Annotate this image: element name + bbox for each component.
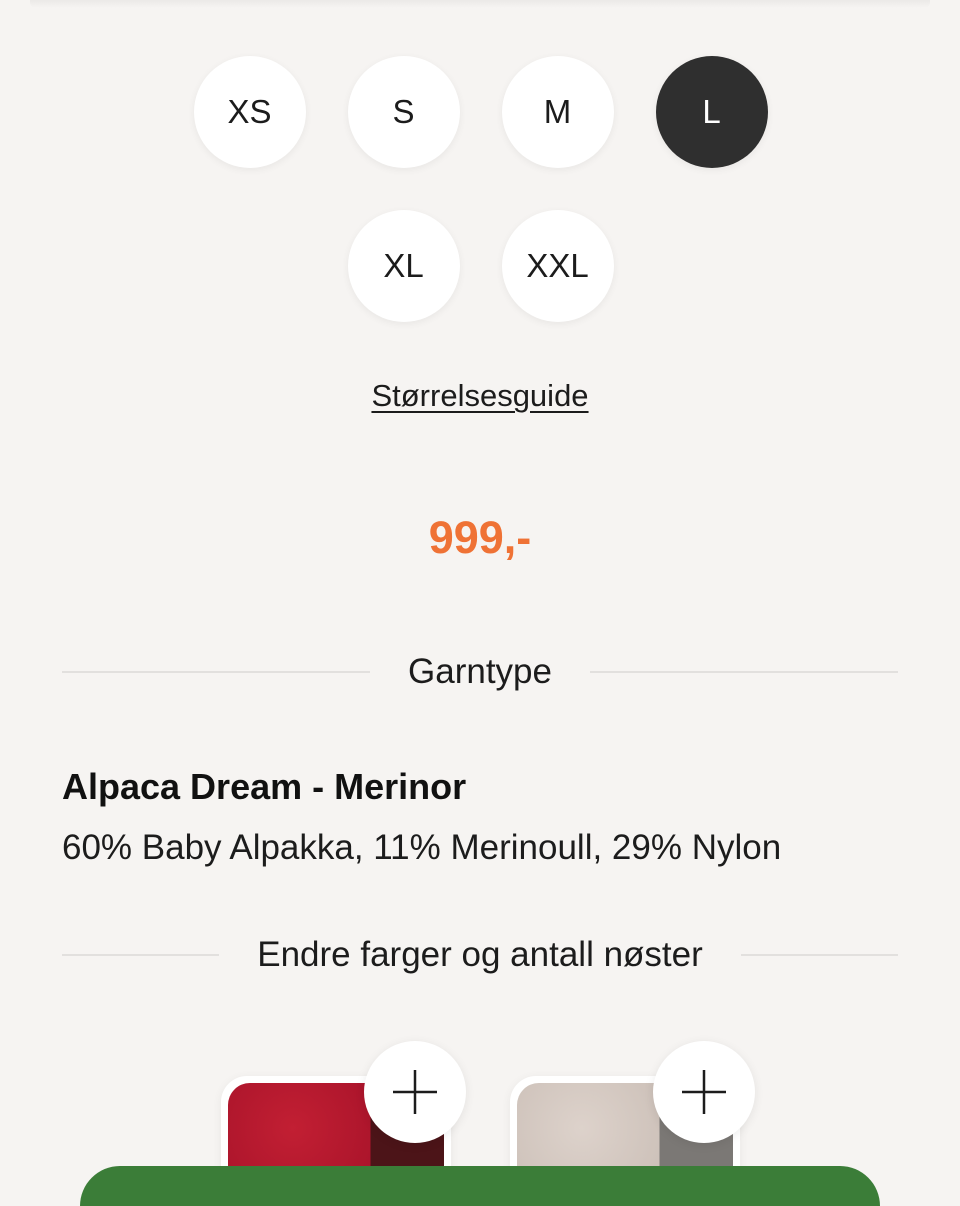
divider-left xyxy=(62,954,220,956)
colors-heading-label: Endre farger og antall nøster xyxy=(257,935,703,974)
yarn-composition: 60% Baby Alpakka, 11% Merinoull, 29% Nyl… xyxy=(62,828,782,867)
add-to-cart-bar[interactable] xyxy=(80,1166,880,1206)
yarn-type-heading-label: Garntype xyxy=(408,652,552,691)
size-option-xs[interactable]: XS xyxy=(193,56,306,168)
size-option-xl[interactable]: XL xyxy=(347,210,460,322)
divider-left xyxy=(62,671,371,673)
add-color-button-beige[interactable] xyxy=(653,1041,755,1143)
size-option-s[interactable]: S xyxy=(347,56,460,168)
yarn-type-heading: Garntype xyxy=(62,652,898,692)
yarn-name: Alpaca Dream - Merinor xyxy=(62,766,467,807)
divider-right xyxy=(740,954,899,956)
plus-icon xyxy=(682,1070,726,1114)
size-option-m[interactable]: M xyxy=(501,56,614,168)
size-guide-link[interactable]: Størrelsesguide xyxy=(0,378,960,414)
size-option-l[interactable]: L xyxy=(655,56,768,168)
divider-right xyxy=(589,671,898,673)
top-panel-edge xyxy=(30,0,930,8)
size-option-xxl[interactable]: XXL xyxy=(501,210,614,322)
add-color-button-red[interactable] xyxy=(364,1041,466,1143)
price: 999,- xyxy=(428,512,532,563)
size-selector: XS S M L XL XXL xyxy=(117,56,844,322)
plus-icon xyxy=(393,1070,437,1114)
colors-heading: Endre farger og antall nøster xyxy=(62,935,899,975)
